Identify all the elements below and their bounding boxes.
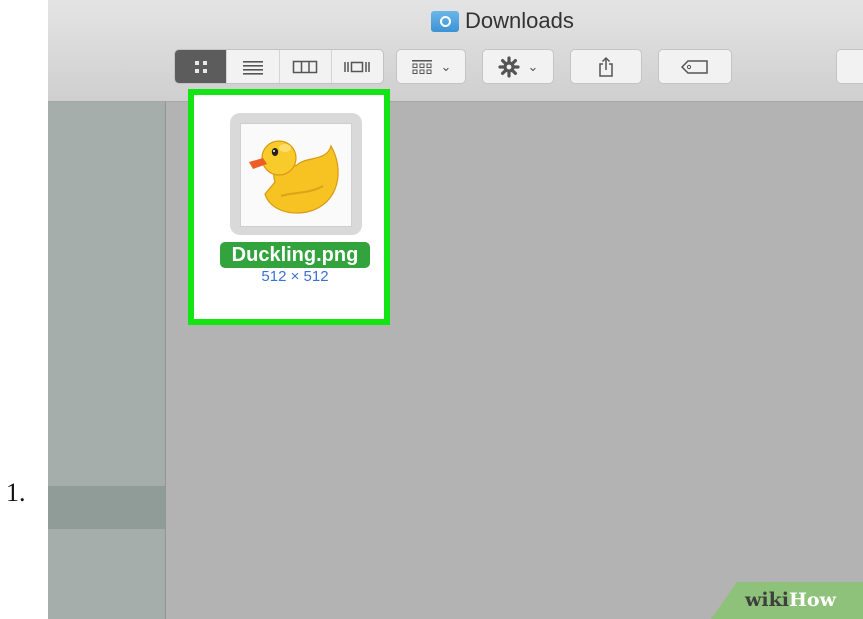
coverflow-icon bbox=[344, 61, 371, 72]
tags-button[interactable] bbox=[658, 49, 732, 84]
rubber-duck-thumbnail bbox=[240, 123, 352, 227]
chevron-down-icon: ⌄ bbox=[527, 58, 539, 74]
chevron-down-icon: ⌄ bbox=[440, 58, 452, 74]
step-number: 1. bbox=[6, 478, 26, 507]
watermark-how: How bbox=[788, 589, 836, 611]
column-view-button[interactable] bbox=[280, 50, 332, 83]
file-dimensions: 512 × 512 bbox=[261, 268, 329, 285]
sidebar-selected-row[interactable] bbox=[48, 486, 165, 529]
search-field-partial[interactable] bbox=[836, 49, 863, 84]
cover-flow-view-button[interactable] bbox=[332, 50, 383, 83]
list-view-button[interactable] bbox=[227, 50, 280, 83]
view-mode-control bbox=[174, 49, 384, 84]
tag-icon bbox=[680, 59, 708, 74]
window-title: Downloads bbox=[431, 8, 574, 34]
watermark-wiki: wiki bbox=[745, 589, 789, 611]
list-icon bbox=[242, 60, 263, 75]
downloads-folder-icon bbox=[431, 10, 459, 32]
rubber-duck-icon bbox=[249, 140, 339, 214]
arrange-icon bbox=[411, 59, 432, 74]
grid-icon bbox=[194, 60, 207, 73]
columns-icon bbox=[292, 60, 318, 73]
window-title-text: Downloads bbox=[465, 8, 574, 33]
file-name-label: Duckling.png bbox=[220, 242, 370, 268]
wikihow-watermark: wikiHow bbox=[711, 582, 863, 619]
gear-icon bbox=[497, 55, 520, 78]
thumbnail-frame bbox=[230, 113, 362, 235]
icon-view-button[interactable] bbox=[175, 50, 228, 83]
sidebar bbox=[48, 102, 166, 619]
file-area: Duckling.png 512 × 512 bbox=[166, 89, 863, 619]
arrange-button[interactable]: ⌄ bbox=[396, 49, 466, 84]
finder-toolbar: Downloads ⌄ ⌄ bbox=[48, 0, 863, 102]
action-button[interactable]: ⌄ bbox=[482, 49, 554, 84]
finder-window: Downloads ⌄ ⌄ Duckling.png 512 × 512 wik… bbox=[48, 0, 863, 619]
share-icon bbox=[599, 56, 613, 77]
file-item-duckling[interactable]: Duckling.png 512 × 512 bbox=[188, 89, 390, 325]
share-button[interactable] bbox=[570, 49, 642, 84]
